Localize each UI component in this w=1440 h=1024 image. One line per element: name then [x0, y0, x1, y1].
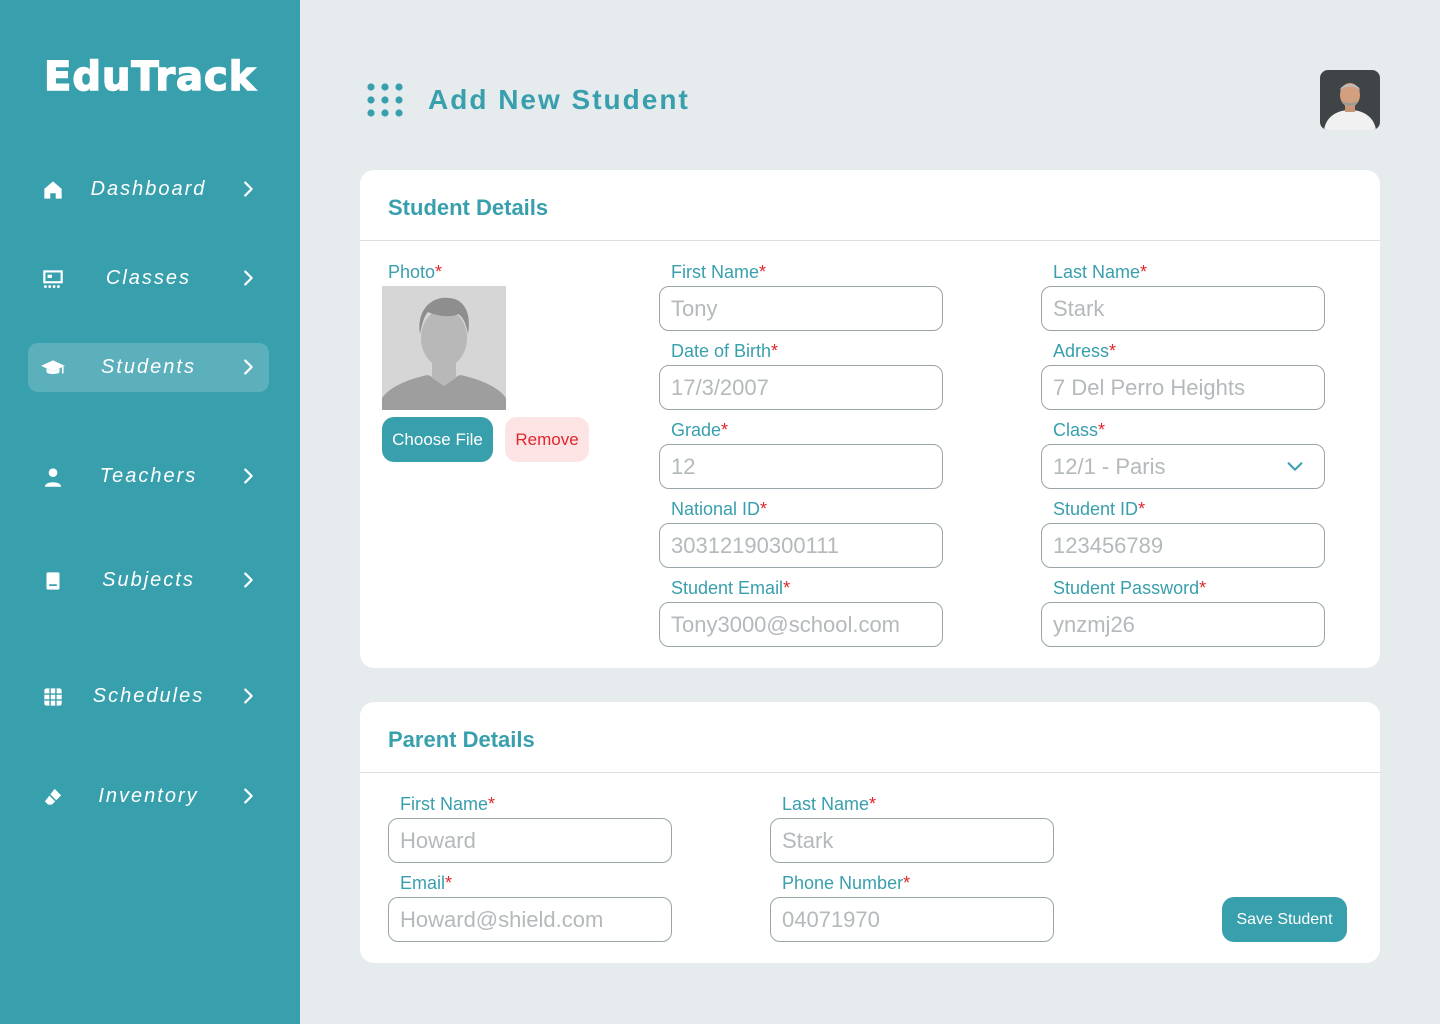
save-student-button[interactable]: Save Student	[1222, 897, 1347, 942]
student-first-name-input[interactable]	[659, 286, 943, 331]
grade-label: Grade*	[671, 420, 729, 440]
parent-last-name-label: Last Name*	[782, 794, 877, 814]
phone-number-input[interactable]	[770, 897, 1054, 942]
address-label: Adress*	[1053, 341, 1117, 361]
remove-photo-button[interactable]: Remove	[505, 417, 589, 462]
sidebar-item-inventory[interactable]: Inventory	[28, 772, 269, 821]
chevron-right-icon	[244, 270, 253, 286]
student-email-label: Student Email*	[671, 578, 791, 598]
parent-details-card: Parent Details First Name* Email* Last N…	[360, 702, 1380, 963]
chevron-down-icon[interactable]	[1284, 455, 1306, 477]
person-placeholder-icon	[382, 286, 506, 410]
class-select-value: 12/1 - Paris	[1053, 454, 1166, 479]
parent-last-name-input[interactable]	[770, 818, 1054, 863]
national-id-input[interactable]	[659, 523, 943, 568]
app-logo: EduTrack	[43, 53, 257, 101]
sidebar: EduTrack Dashboard Classes Students Teac…	[0, 0, 300, 1024]
chevron-right-icon	[244, 788, 253, 804]
parent-email-label: Email*	[400, 873, 453, 893]
student-id-input[interactable]	[1041, 523, 1325, 568]
sidebar-item-label: Inventory	[98, 785, 199, 807]
date-of-birth-label: Date of Birth*	[671, 341, 779, 361]
parent-email-input[interactable]	[388, 897, 672, 942]
class-select[interactable]: 12/1 - Paris	[1041, 444, 1325, 489]
sidebar-item-label: Students	[101, 356, 196, 378]
first-name-label: First Name*	[671, 262, 767, 282]
student-last-name-input[interactable]	[1041, 286, 1325, 331]
national-id-label: National ID*	[671, 499, 768, 519]
phone-number-label: Phone Number*	[782, 873, 911, 893]
page-title: Add New Student	[428, 84, 690, 115]
parent-first-name-label: First Name*	[400, 794, 496, 814]
user-avatar-icon	[1320, 70, 1380, 130]
parent-first-name-input[interactable]	[388, 818, 672, 863]
chevron-right-icon	[244, 468, 253, 484]
sidebar-item-classes[interactable]: Classes	[28, 254, 269, 303]
chevron-right-icon	[244, 181, 253, 197]
student-password-label: Student Password*	[1053, 578, 1207, 598]
parent-details-title: Parent Details	[388, 727, 535, 752]
student-password-input[interactable]	[1041, 602, 1325, 647]
sidebar-item-label: Schedules	[92, 685, 205, 707]
date-of-birth-input[interactable]	[659, 365, 943, 410]
photo-label: Photo*	[388, 262, 443, 282]
student-details-card: Student Details Photo* Choose File Remov…	[360, 170, 1380, 668]
dots-grid-icon[interactable]	[366, 82, 404, 118]
student-photo	[382, 286, 506, 410]
student-email-input[interactable]	[659, 602, 943, 647]
grade-input[interactable]	[659, 444, 943, 489]
sidebar-item-teachers[interactable]: Teachers	[28, 452, 269, 501]
chevron-right-icon	[244, 359, 253, 375]
sidebar-item-dashboard[interactable]: Dashboard	[28, 165, 269, 214]
class-label: Class*	[1053, 420, 1106, 440]
sidebar-item-students[interactable]: Students	[28, 343, 269, 392]
chevron-right-icon	[244, 572, 253, 588]
divider	[360, 772, 1380, 773]
avatar[interactable]	[1320, 70, 1380, 130]
student-id-label: Student ID*	[1053, 499, 1146, 519]
choose-file-button[interactable]: Choose File	[382, 417, 493, 462]
student-details-title: Student Details	[388, 195, 549, 220]
sidebar-item-label: Dashboard	[90, 178, 207, 200]
sidebar-item-subjects[interactable]: Subjects	[28, 556, 269, 605]
sidebar-item-label: Classes	[105, 267, 192, 289]
divider	[360, 240, 1380, 241]
address-input[interactable]	[1041, 365, 1325, 410]
chevron-right-icon	[244, 688, 253, 704]
last-name-label: Last Name*	[1053, 262, 1148, 282]
sidebar-item-schedules[interactable]: Schedules	[28, 672, 269, 721]
sidebar-item-label: Teachers	[99, 465, 198, 487]
sidebar-item-label: Subjects	[102, 569, 195, 591]
